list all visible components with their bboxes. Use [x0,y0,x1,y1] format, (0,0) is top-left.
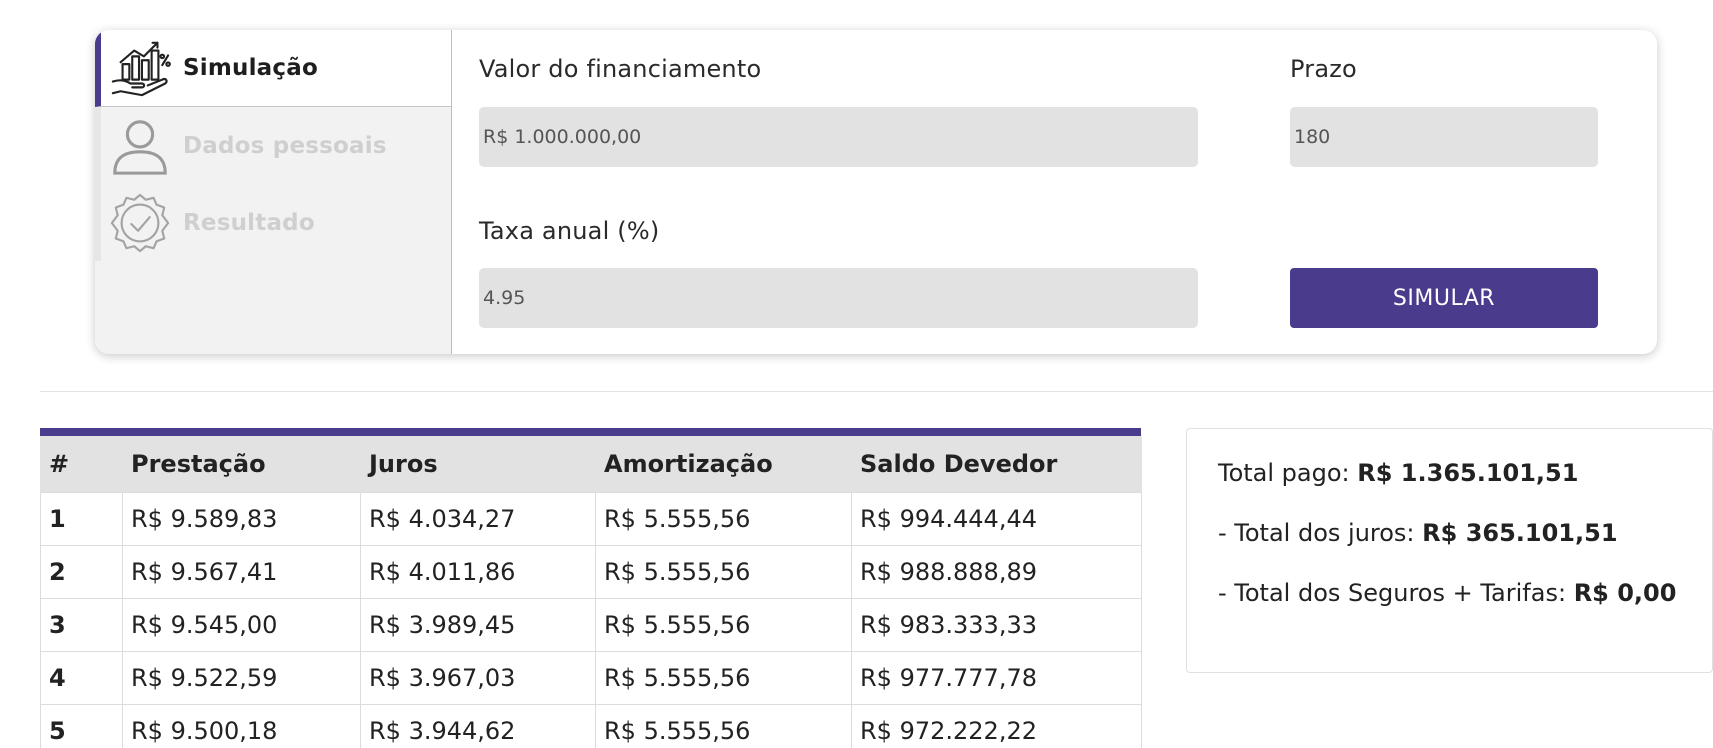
table-row: 1 R$ 9.589,83 R$ 4.034,27 R$ 5.555,56 R$… [40,492,1142,546]
valor-financiamento-input[interactable] [479,107,1198,167]
cell-number: 3 [40,598,123,652]
finance-chart-hand-icon [111,41,171,97]
cell-saldo-devedor: R$ 994.444,44 [851,492,1142,546]
table-header-row: # Prestação Juros Amortização Saldo Deve… [40,436,1142,493]
cell-prestacao: R$ 9.589,83 [122,492,361,546]
cell-number: 1 [40,492,123,546]
total-seguros-value: R$ 0,00 [1573,579,1677,607]
cell-amortizacao: R$ 5.555,56 [595,651,852,705]
taxa-label: Taxa anual (%) [479,217,660,245]
cell-juros: R$ 4.034,27 [360,492,596,546]
table-row: 2 R$ 9.567,41 R$ 4.011,86 R$ 5.555,56 R$… [40,545,1142,599]
total-seguros-label: - Total dos Seguros + Tarifas: [1218,579,1567,607]
cell-juros: R$ 3.989,45 [360,598,596,652]
col-header-amortizacao: Amortização [595,436,852,493]
cell-juros: R$ 3.967,03 [360,651,596,705]
cell-amortizacao: R$ 5.555,56 [595,492,852,546]
table-row: 3 R$ 9.545,00 R$ 3.989,45 R$ 5.555,56 R$… [40,598,1142,652]
totals-summary: Total pago: R$ 1.365.101,51 - Total dos … [1186,428,1713,673]
step-label: Resultado [183,209,315,236]
user-icon [113,119,167,175]
simulation-card: Simulação Dados pessoais Resultado Valor… [95,30,1657,354]
col-header-prestacao: Prestação [122,436,361,493]
cell-number: 2 [40,545,123,599]
cell-prestacao: R$ 9.522,59 [122,651,361,705]
cell-saldo-devedor: R$ 983.333,33 [851,598,1142,652]
step-label: Simulação [183,55,318,81]
prazo-input[interactable] [1290,107,1598,167]
table-row: 4 R$ 9.522,59 R$ 3.967,03 R$ 5.555,56 R$… [40,651,1142,705]
cell-amortizacao: R$ 5.555,56 [595,598,852,652]
total-juros-label: - Total dos juros: [1218,519,1415,547]
cell-amortizacao: R$ 5.555,56 [595,704,852,748]
col-header-number: # [40,436,123,493]
total-pago-line: Total pago: R$ 1.365.101,51 [1218,459,1712,519]
cell-number: 4 [40,651,123,705]
cell-saldo-devedor: R$ 988.888,89 [851,545,1142,599]
cell-prestacao: R$ 9.545,00 [122,598,361,652]
step-resultado[interactable]: Resultado [95,184,451,261]
total-pago-value: R$ 1.365.101,51 [1357,459,1579,487]
cell-number: 5 [40,704,123,748]
taxa-anual-input[interactable] [479,268,1198,328]
cell-prestacao: R$ 9.567,41 [122,545,361,599]
cell-prestacao: R$ 9.500,18 [122,704,361,748]
total-juros-line: - Total dos juros: R$ 365.101,51 [1218,519,1712,579]
divider [40,391,1713,392]
cell-saldo-devedor: R$ 972.222,22 [851,704,1142,748]
simular-button[interactable]: SIMULAR [1290,268,1598,328]
steps-sidebar: Simulação Dados pessoais Resultado [95,30,452,354]
step-label: Dados pessoais [183,132,387,159]
cell-amortizacao: R$ 5.555,56 [595,545,852,599]
col-header-saldo-devedor: Saldo Devedor [851,436,1142,493]
cell-juros: R$ 3.944,62 [360,704,596,748]
cell-juros: R$ 4.011,86 [360,545,596,599]
step-dados-pessoais[interactable]: Dados pessoais [95,107,451,184]
page: Simulação Dados pessoais Resultado Valor… [0,0,1713,748]
total-pago-label: Total pago: [1218,459,1350,487]
prazo-label: Prazo [1290,55,1357,83]
table-row: 5 R$ 9.500,18 R$ 3.944,62 R$ 5.555,56 R$… [40,704,1142,748]
amortization-table: # Prestação Juros Amortização Saldo Deve… [40,428,1142,748]
check-badge-icon [110,193,170,252]
total-seguros-line: - Total dos Seguros + Tarifas: R$ 0,00 [1218,579,1712,639]
total-juros-value: R$ 365.101,51 [1422,519,1618,547]
valor-label: Valor do financiamento [479,55,762,83]
col-header-juros: Juros [360,436,596,493]
cell-saldo-devedor: R$ 977.777,78 [851,651,1142,705]
step-simulacao[interactable]: Simulação [95,30,451,107]
